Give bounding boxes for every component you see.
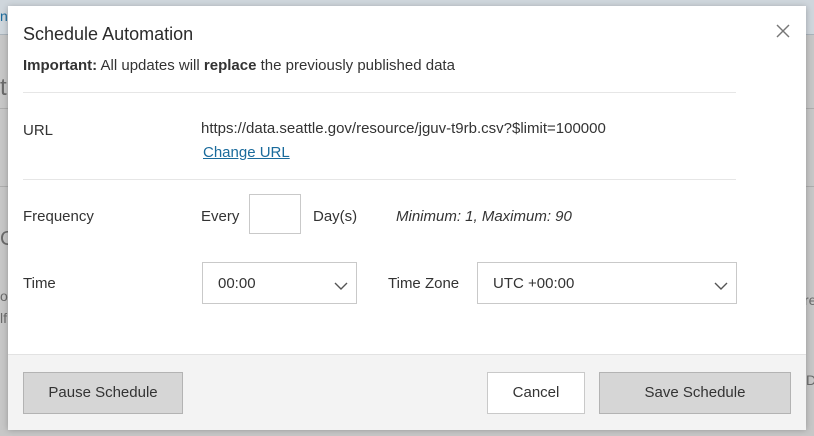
- frequency-every-label: Every: [201, 208, 240, 225]
- pause-schedule-button[interactable]: Pause Schedule: [23, 372, 183, 414]
- timezone-select-value: UTC +00:00: [493, 275, 575, 292]
- notice-text-before: All updates will: [97, 57, 204, 74]
- section-divider: [23, 179, 736, 180]
- timezone-label: Time Zone: [388, 275, 460, 292]
- time-select[interactable]: 00:00: [202, 262, 357, 304]
- background-fragment: n: [0, 8, 8, 24]
- chevron-down-icon: [334, 278, 348, 290]
- frequency-hint: Minimum: 1, Maximum: 90: [396, 208, 572, 225]
- background-fragment: lf: [0, 310, 7, 326]
- frequency-unit-label: Day(s): [313, 208, 358, 225]
- schedule-automation-dialog: Schedule Automation Important: All updat…: [8, 6, 806, 430]
- url-value: https://data.seattle.gov/resource/jguv-t…: [201, 120, 606, 137]
- frequency-label: Frequency: [23, 208, 94, 225]
- url-label: URL: [23, 122, 54, 139]
- background-fragment: o: [0, 288, 8, 304]
- background-fragment: t: [0, 74, 7, 101]
- dialog-title: Schedule Automation: [23, 24, 194, 44]
- frequency-days-input[interactable]: [249, 194, 301, 234]
- background-fragment: D: [806, 372, 814, 388]
- timezone-select[interactable]: UTC +00:00: [477, 262, 737, 304]
- time-select-value: 00:00: [218, 275, 256, 292]
- save-schedule-button[interactable]: Save Schedule: [599, 372, 791, 414]
- notice-text-after: the previously published data: [256, 57, 455, 74]
- important-label: Important:: [23, 57, 98, 74]
- notice-emphasis: replace: [203, 57, 257, 74]
- replace-warning: Important: All updates will replace the …: [23, 57, 455, 74]
- dialog-footer: Pause Schedule Cancel Save Schedule: [8, 354, 806, 430]
- close-button[interactable]: [772, 20, 794, 42]
- section-divider: [23, 92, 736, 93]
- chevron-down-icon: [714, 278, 728, 290]
- time-label: Time: [23, 275, 56, 292]
- close-icon: [772, 20, 794, 42]
- cancel-button[interactable]: Cancel: [487, 372, 585, 414]
- change-url-link[interactable]: Change URL: [203, 144, 290, 161]
